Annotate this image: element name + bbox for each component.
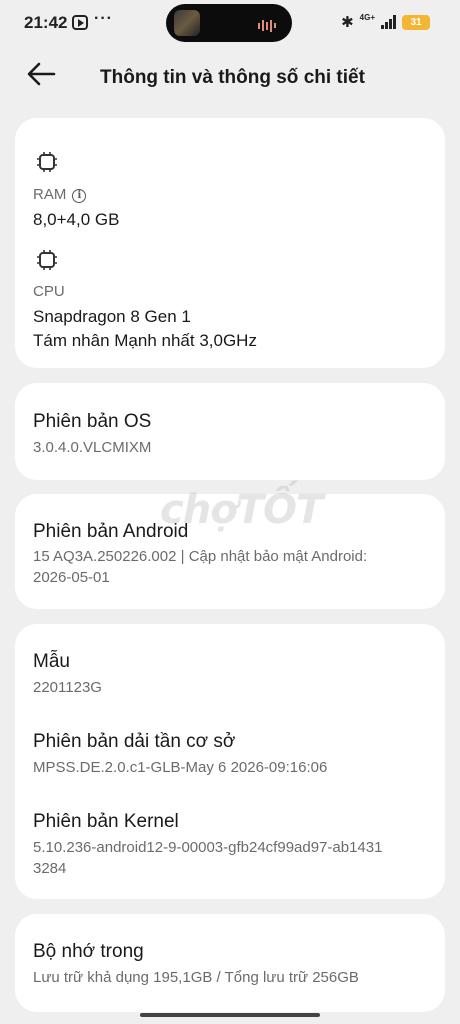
ram-label: RAM [33, 186, 67, 203]
more-notifications-icon: ··· [94, 10, 113, 27]
processor-icon [37, 250, 57, 270]
back-button[interactable] [26, 62, 66, 94]
cpu-value-model: Snapdragon 8 Gen 1 [33, 307, 191, 326]
signal-icon [381, 15, 396, 29]
android-version-value: 15 AQ3A.250226.002 | Cập nhật bảo mật An… [33, 548, 368, 565]
cpu-value-cores: Tám nhân Mạnh nhất 3,0GHz [33, 331, 257, 350]
os-version-value: 3.0.4.0.VLCMIXM [33, 439, 152, 456]
storage-title: Bộ nhớ trong [33, 941, 144, 962]
info-icon[interactable]: i [72, 189, 87, 203]
os-version-title: Phiên bản OS [33, 411, 152, 432]
status-time: 21:42 [24, 13, 68, 32]
chip-icon [37, 152, 57, 172]
ram-label-row: RAM i [33, 186, 87, 203]
home-indicator[interactable] [140, 1013, 320, 1017]
status-icons: ✱ 4G+ 31 [341, 12, 430, 32]
cpu-label: CPU [33, 283, 65, 300]
storage-value: Lưu trữ khả dụng 195,1GB / Tổng lưu trữ … [33, 969, 359, 986]
album-art-thumbnail [174, 10, 200, 36]
page-title: Thông tin và thông số chi tiết [100, 67, 365, 88]
media-app-icon [72, 15, 88, 30]
status-bar: 21:42 ··· ✱ 4G+ 31 [0, 0, 460, 46]
bluetooth-icon: ✱ [341, 14, 354, 31]
kernel-title: Phiên bản Kernel [33, 811, 179, 832]
baseband-title: Phiên bản dải tần cơ sở [33, 731, 236, 752]
baseband-value: MPSS.DE.2.0.c1-GLB-May 6 2026-09:16:06 [33, 759, 328, 776]
kernel-value-cont: 3284 [33, 860, 67, 877]
os-version-card[interactable]: Phiên bản OS 3.0.4.0.VLCMIXM [15, 383, 445, 480]
chotot-watermark: chợTỐT [160, 487, 323, 533]
ram-value: 8,0+4,0 GB [33, 210, 120, 229]
network-type: 4G+ [359, 12, 375, 22]
arrow-left-icon [27, 62, 56, 86]
dynamic-island[interactable] [166, 4, 292, 42]
kernel-value: 5.10.236-android12-9-00003-gfb24cf99ad97… [33, 839, 383, 856]
hardware-card: RAM i 8,0+4,0 GB CPU Snapdragon 8 Gen 1 T… [15, 118, 445, 368]
battery-icon: 31 [402, 14, 430, 30]
android-security-date: 2026-05-01 [33, 569, 110, 586]
device-info-card: Mẫu 2201123G Phiên bản dải tần cơ sở MPS… [15, 624, 445, 899]
model-title: Mẫu [33, 651, 70, 672]
storage-card[interactable]: Bộ nhớ trong Lưu trữ khả dụng 195,1GB / … [15, 914, 445, 1012]
audio-wave-icon [258, 17, 278, 32]
model-value: 2201123G [33, 679, 102, 696]
top-app-bar: Thông tin và thông số chi tiết [0, 52, 460, 104]
